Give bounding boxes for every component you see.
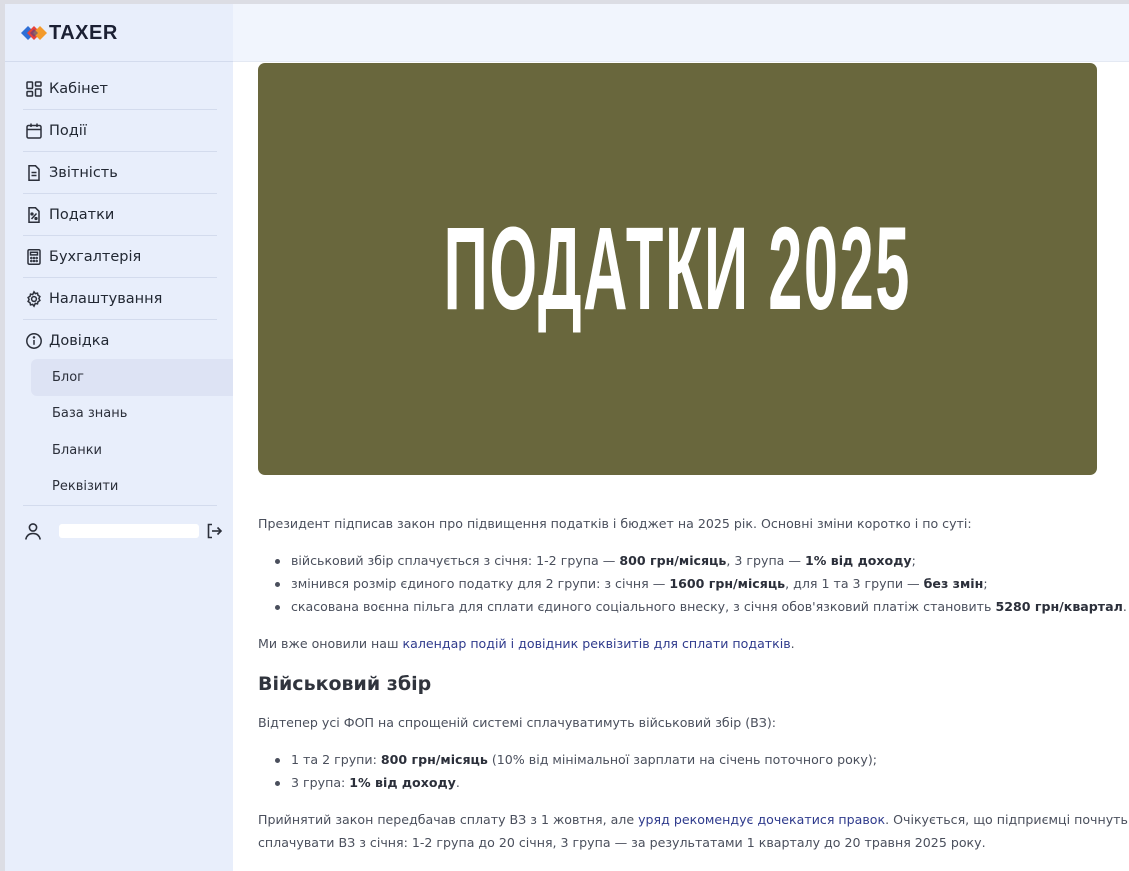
submenu-item-blog[interactable]: Блог	[31, 359, 233, 396]
list-item-bold: 1600 грн/місяць	[669, 576, 786, 591]
help-submenu: Блог База знань Бланки Реквізити	[5, 359, 233, 505]
user-icon	[25, 523, 41, 540]
hero-title: ПОДАТКИ 2025	[443, 203, 912, 335]
info-icon	[25, 332, 43, 350]
note-text: .	[790, 636, 795, 651]
list-item-text: ;	[911, 553, 916, 568]
list-item-text: 1 та 2 групи:	[291, 752, 381, 767]
list-item-text: .	[455, 775, 460, 790]
sidebar-item-label: Налаштування	[49, 291, 163, 307]
sidebar-item-taxes[interactable]: Податки	[5, 194, 233, 236]
sidebar-item-label: Кабінет	[49, 81, 108, 97]
military-levy-list: 1 та 2 групи: 800 грн/місяць (10% від мі…	[258, 748, 1104, 794]
sidebar-item-label: Звітність	[49, 165, 118, 181]
paragraph-text: . Очікується, що підприємці почнуть	[885, 812, 1128, 827]
list-item-text: (10% від мінімальної зарплати на січень …	[487, 752, 878, 767]
sidebar-item-cabinet[interactable]: Кабінет	[5, 68, 233, 110]
user-profile[interactable]	[23, 518, 228, 544]
taxer-logo[interactable]: TAXER	[21, 22, 118, 44]
logo-text: TAXER	[49, 21, 118, 44]
list-item-text: військовий збір сплачується з січня: 1-2…	[291, 553, 620, 568]
note-text: Ми вже оновили наш	[258, 636, 403, 651]
gear-icon	[25, 290, 43, 308]
list-item: військовий збір сплачується з січня: 1-2…	[258, 549, 1104, 572]
sidebar-item-settings[interactable]: Налаштування	[5, 278, 233, 320]
sidebar-item-events[interactable]: Події	[5, 110, 233, 152]
submenu-item-knowledge-base[interactable]: База знань	[5, 396, 233, 433]
paragraph-text: сплачувати ВЗ з січня: 1-2 група до 20 с…	[258, 835, 986, 850]
sidebar-item-reporting[interactable]: Звітність	[5, 152, 233, 194]
calendar-icon	[25, 122, 43, 140]
article-paragraph: Прийнятий закон передбачав сплату ВЗ з 1…	[258, 808, 1128, 854]
user-name-redacted	[59, 524, 199, 538]
percent-icon	[25, 206, 43, 224]
logout-icon[interactable]	[204, 521, 224, 541]
list-item-bold: 800 грн/місяць	[619, 553, 727, 568]
government-recommendation-link[interactable]: уряд рекомендує дочекатися правок	[638, 812, 885, 827]
sidebar-nav: Кабінет Події Звітність Податки Бухгалте…	[5, 68, 233, 362]
article-hero-image: ПОДАТКИ 2025	[258, 63, 1097, 475]
section-lead: Відтепер усі ФОП на спрощеній системі сп…	[258, 715, 776, 730]
article-intro: Президент підписав закон про підвищення …	[258, 516, 972, 531]
user-divider	[23, 505, 217, 506]
sidebar-item-label: Бухгалтерія	[49, 249, 142, 265]
list-item-text: скасована воєнна пільга для сплати єдино…	[291, 599, 996, 614]
list-item: скасована воєнна пільга для сплати єдино…	[258, 595, 1127, 618]
list-item: 1 та 2 групи: 800 грн/місяць (10% від мі…	[258, 748, 1104, 771]
list-item-bold: 1% від доходу	[805, 553, 912, 568]
sidebar: TAXER Кабінет Події Звітність Податки Бу…	[5, 4, 233, 871]
list-item-bold: 800 грн/місяць	[380, 752, 488, 767]
taxer-logo-icon	[21, 26, 47, 40]
list-item-text: 3 група:	[291, 775, 350, 790]
sidebar-item-help[interactable]: Довідка	[5, 320, 233, 362]
submenu-item-requisites[interactable]: Реквізити	[5, 469, 233, 506]
list-item-text: змінився розмір єдиного податку для 2 гр…	[291, 576, 670, 591]
sidebar-item-label: Довідка	[49, 333, 110, 349]
list-item-bold: 5280 грн/квартал	[995, 599, 1123, 614]
sidebar-item-label: Події	[49, 123, 87, 139]
sidebar-item-accounting[interactable]: Бухгалтерія	[5, 236, 233, 278]
dashboard-icon	[25, 80, 43, 98]
list-item: змінився розмір єдиного податку для 2 гр…	[258, 572, 1104, 595]
paragraph-text: Прийнятий закон передбачав сплату ВЗ з 1…	[258, 812, 639, 827]
list-item-bold: 1% від доходу	[349, 775, 456, 790]
list-item-text: .	[1122, 599, 1127, 614]
logo-divider	[5, 61, 233, 62]
list-item-bold: без змін	[923, 576, 984, 591]
changes-list: військовий збір сплачується з січня: 1-2…	[258, 549, 1127, 618]
article-note: Ми вже оновили наш календар подій і дові…	[258, 632, 1104, 655]
submenu-item-forms[interactable]: Бланки	[5, 432, 233, 469]
section-title: Військовий збір	[258, 673, 432, 695]
article-body: Президент підписав закон про підвищення …	[258, 512, 1128, 854]
list-item-text: , 3 група —	[726, 553, 805, 568]
list-item: 3 група: 1% від доходу.	[258, 771, 1104, 794]
top-header	[233, 4, 1129, 62]
document-icon	[25, 164, 43, 182]
list-item-text: , для 1 та 3 групи —	[785, 576, 924, 591]
sidebar-item-label: Податки	[49, 207, 115, 223]
calculator-icon	[25, 248, 43, 266]
calendar-link[interactable]: календар подій і довідник реквізитів для…	[403, 636, 791, 651]
list-item-text: ;	[983, 576, 988, 591]
